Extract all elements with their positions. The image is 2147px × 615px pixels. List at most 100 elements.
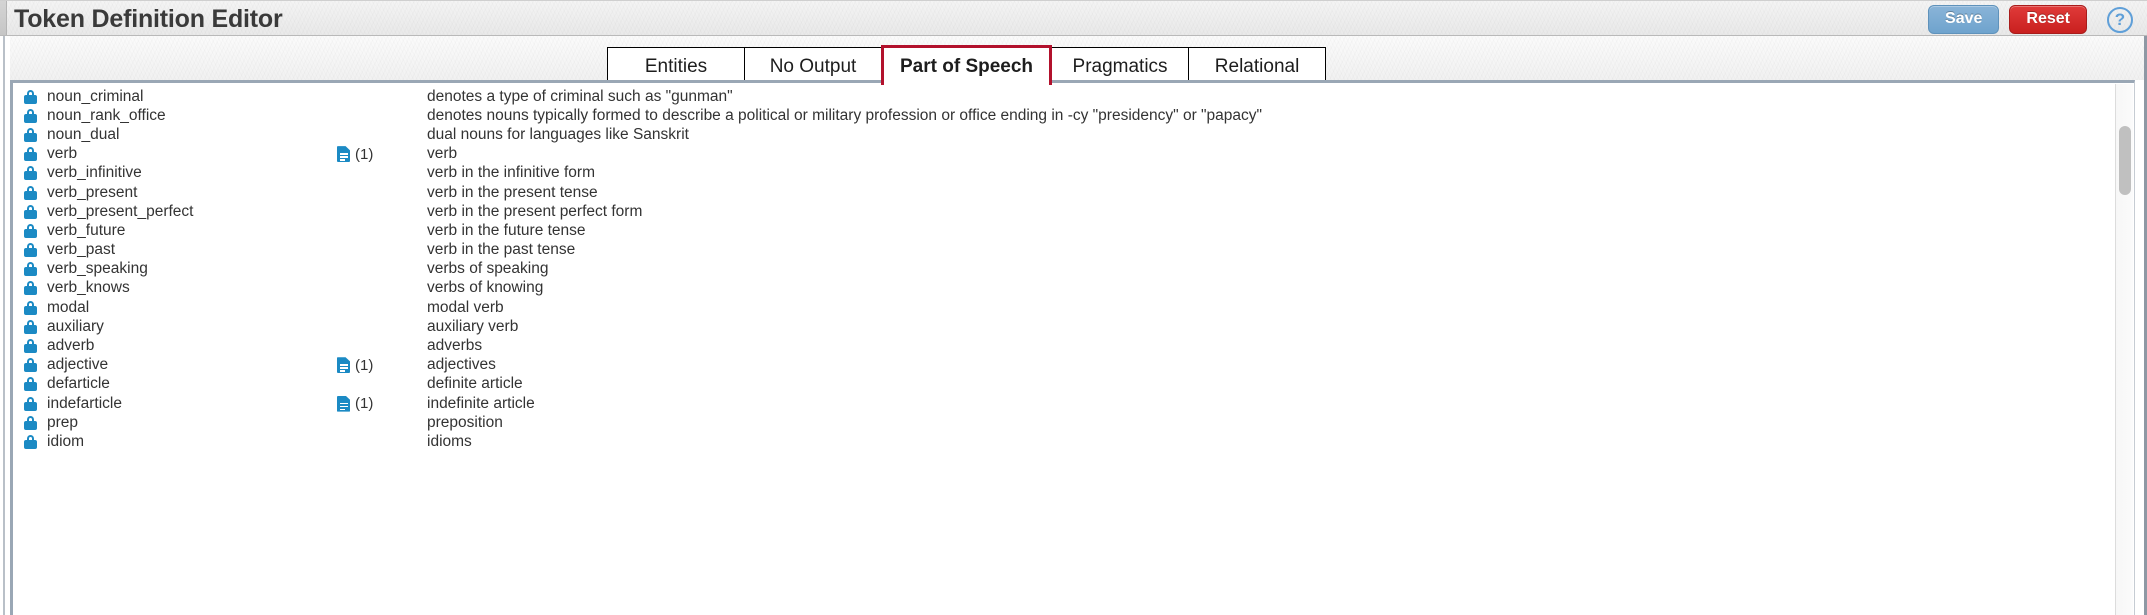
- tab-strip-background: Entities No Output Part of Speech Pragmatic…: [0, 36, 2147, 85]
- table-row[interactable]: verb (1) verb: [13, 145, 2068, 164]
- lock-icon: [23, 243, 37, 258]
- token-description: idioms: [427, 432, 472, 450]
- lock-icon: [23, 166, 37, 181]
- lock-cell: [13, 204, 47, 219]
- lock-cell: [13, 166, 47, 181]
- token-definition-list-panel: noun_criminal denotes a type of criminal …: [10, 80, 2135, 615]
- lock-icon: [23, 396, 37, 411]
- table-row[interactable]: noun_criminal denotes a type of criminal …: [13, 87, 2068, 106]
- help-icon[interactable]: ?: [2107, 6, 2133, 33]
- token-name: noun_rank_office: [47, 106, 166, 124]
- token-name: adverb: [47, 337, 95, 355]
- lock-cell: [13, 434, 47, 449]
- lock-cell: [13, 108, 47, 123]
- table-row[interactable]: verb_present verb in the present tense: [13, 183, 2068, 202]
- lock-icon: [23, 262, 37, 277]
- lock-icon: [23, 434, 37, 449]
- table-row[interactable]: indefarticle (1) indefinite article: [13, 394, 2068, 413]
- lock-cell: [13, 339, 47, 354]
- token-name: auxiliary: [47, 317, 104, 335]
- document-cell[interactable]: (1): [337, 146, 427, 163]
- tab-strip: Entities No Output Part of Speech Pragmatic…: [607, 45, 1327, 85]
- token-description: verbs of speaking: [427, 260, 549, 278]
- panel-left-edge: [0, 36, 10, 615]
- vertical-scrollbar[interactable]: [2115, 83, 2133, 615]
- lock-icon: [23, 204, 37, 219]
- lock-cell: [13, 223, 47, 238]
- token-name: defarticle: [47, 375, 110, 393]
- document-icon[interactable]: [337, 146, 350, 163]
- token-description: adverbs: [427, 337, 483, 355]
- lock-cell: [13, 415, 47, 430]
- lock-icon: [23, 223, 37, 238]
- table-row[interactable]: verb_future verb in the future tense: [13, 221, 2068, 240]
- document-count: (1): [355, 145, 374, 163]
- table-row[interactable]: auxiliary auxiliary verb: [13, 317, 2068, 336]
- lock-icon: [23, 108, 37, 123]
- token-description: verbs of knowing: [427, 279, 544, 297]
- table-row[interactable]: adverb adverbs: [13, 336, 2068, 355]
- document-count: (1): [355, 356, 374, 374]
- lock-cell: [13, 243, 47, 258]
- table-row[interactable]: verb_speaking verbs of speaking: [13, 260, 2068, 279]
- token-name: noun_criminal: [47, 87, 144, 105]
- token-name: verb_infinitive: [47, 164, 142, 182]
- lock-cell: [13, 185, 47, 200]
- lock-icon: [23, 319, 37, 334]
- document-count: (1): [355, 395, 374, 413]
- token-description: modal verb: [427, 298, 504, 316]
- document-icon[interactable]: [337, 395, 350, 412]
- token-description: verb in the present perfect form: [427, 202, 643, 220]
- token-name: verb_knows: [47, 279, 130, 297]
- lock-icon: [23, 377, 37, 392]
- token-name: idiom: [47, 432, 85, 450]
- lock-cell: [13, 377, 47, 392]
- token-description: verb in the past tense: [427, 241, 576, 259]
- table-row[interactable]: adjective (1) adjectives: [13, 356, 2068, 375]
- document-icon[interactable]: [337, 357, 350, 374]
- token-name: verb_future: [47, 221, 126, 239]
- token-name: verb_present_perfect: [47, 202, 194, 220]
- lock-icon: [23, 281, 37, 296]
- table-row[interactable]: prep preposition: [13, 413, 2068, 432]
- document-cell[interactable]: (1): [337, 395, 427, 412]
- token-name: verb_past: [47, 241, 116, 259]
- reset-button[interactable]: Reset: [2009, 5, 2087, 34]
- table-row[interactable]: noun_dual dual nouns for languages like S…: [13, 125, 2068, 144]
- token-name: verb_present: [47, 183, 138, 201]
- lock-icon: [23, 300, 37, 315]
- table-row[interactable]: noun_rank_office denotes nouns typically …: [13, 106, 2068, 125]
- title-bar-actions: Save Reset ?: [1928, 5, 2139, 34]
- lock-cell: [13, 127, 47, 142]
- lock-cell: [13, 147, 47, 162]
- vertical-scrollbar-thumb[interactable]: [2119, 125, 2131, 195]
- save-button[interactable]: Save: [1928, 5, 2000, 34]
- token-name: modal: [47, 298, 90, 316]
- token-name: adjective: [47, 356, 109, 374]
- tab-part-of-speech[interactable]: Part of Speech: [881, 45, 1053, 85]
- token-name: verb_speaking: [47, 260, 148, 278]
- token-description: indefinite article: [427, 394, 535, 412]
- token-description: verb in the present tense: [427, 183, 598, 201]
- lock-cell: [13, 262, 47, 277]
- page-title: Token Definition Editor: [14, 5, 283, 33]
- table-row[interactable]: verb_past verb in the past tense: [13, 241, 2068, 260]
- table-row[interactable]: idiom idioms: [13, 432, 2068, 451]
- lock-cell: [13, 358, 47, 373]
- title-bar: Token Definition Editor Save Reset ?: [0, 0, 2147, 36]
- lock-icon: [23, 147, 37, 162]
- lock-icon: [23, 185, 37, 200]
- lock-icon: [23, 358, 37, 373]
- token-rows: noun_criminal denotes a type of criminal …: [13, 87, 2068, 452]
- lock-cell: [13, 396, 47, 411]
- table-row[interactable]: verb_knows verbs of knowing: [13, 279, 2068, 298]
- table-row[interactable]: defarticle definite article: [13, 375, 2068, 394]
- token-description: verb in the future tense: [427, 221, 586, 239]
- table-row[interactable]: verb_infinitive verb in the infinitive fo…: [13, 164, 2068, 183]
- table-row[interactable]: verb_present_perfect verb in the present …: [13, 202, 2068, 221]
- document-cell[interactable]: (1): [337, 357, 427, 374]
- table-row[interactable]: modal modal verb: [13, 298, 2068, 317]
- token-description: adjectives: [427, 356, 496, 374]
- token-description: auxiliary verb: [427, 317, 519, 335]
- lock-cell: [13, 300, 47, 315]
